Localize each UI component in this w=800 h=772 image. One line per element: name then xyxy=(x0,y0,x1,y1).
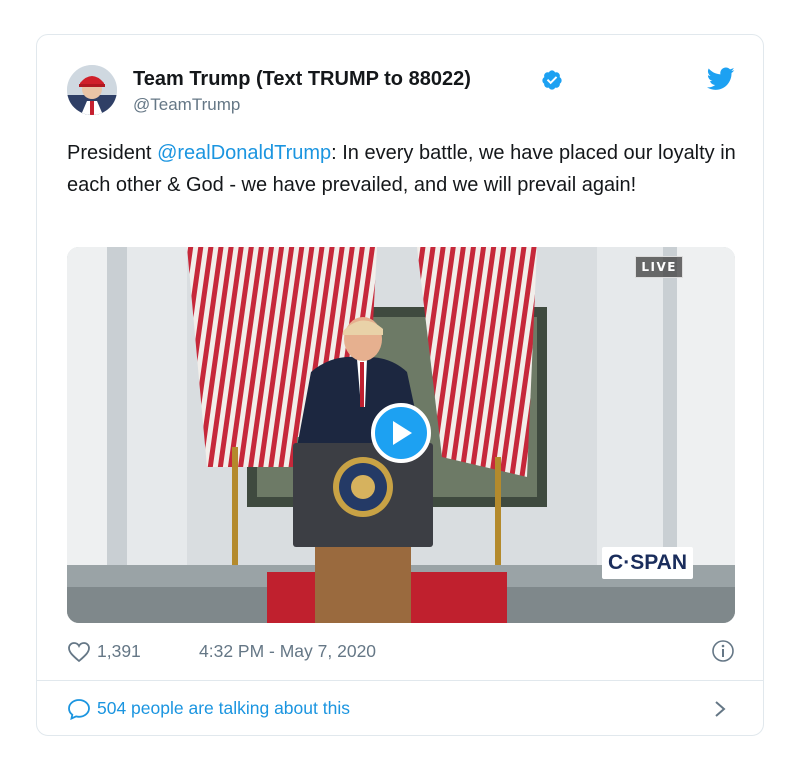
speech-bubble-icon xyxy=(68,699,90,720)
live-badge: LIVE xyxy=(635,256,683,278)
tweet-meta: 1,391 4:32 PM - May 7, 2020 xyxy=(67,639,735,663)
play-button[interactable] xyxy=(371,403,431,463)
timestamp[interactable]: 4:32 PM - May 7, 2020 xyxy=(199,641,376,662)
display-name[interactable]: Team Trump (Text TRUMP to 88022) xyxy=(133,68,471,91)
info-icon[interactable] xyxy=(711,639,735,663)
chevron-right-icon[interactable] xyxy=(713,699,727,719)
like-count[interactable]: 1,391 xyxy=(97,641,141,662)
play-icon xyxy=(393,421,412,445)
cspan-logo: C·SPAN xyxy=(602,547,693,579)
conversation-label[interactable]: 504 people are talking about this xyxy=(97,698,350,719)
divider xyxy=(37,680,763,681)
conversation-link[interactable]: 504 people are talking about this xyxy=(67,695,735,723)
tweet-text-prefix: President xyxy=(67,142,158,164)
tweet-card: Team Trump (Text TRUMP to 88022) @TeamTr… xyxy=(36,34,764,736)
mention-link[interactable]: @realDonaldTrump xyxy=(157,142,331,164)
avatar[interactable] xyxy=(67,65,117,115)
tweet-text: President @realDonaldTrump: In every bat… xyxy=(67,137,737,201)
handle[interactable]: @TeamTrump xyxy=(133,95,240,115)
twitter-bird-icon[interactable] xyxy=(707,67,735,91)
verified-badge-icon xyxy=(542,70,562,90)
heart-icon[interactable] xyxy=(67,641,91,663)
video-player[interactable]: LIVE C·SPAN xyxy=(67,247,735,623)
